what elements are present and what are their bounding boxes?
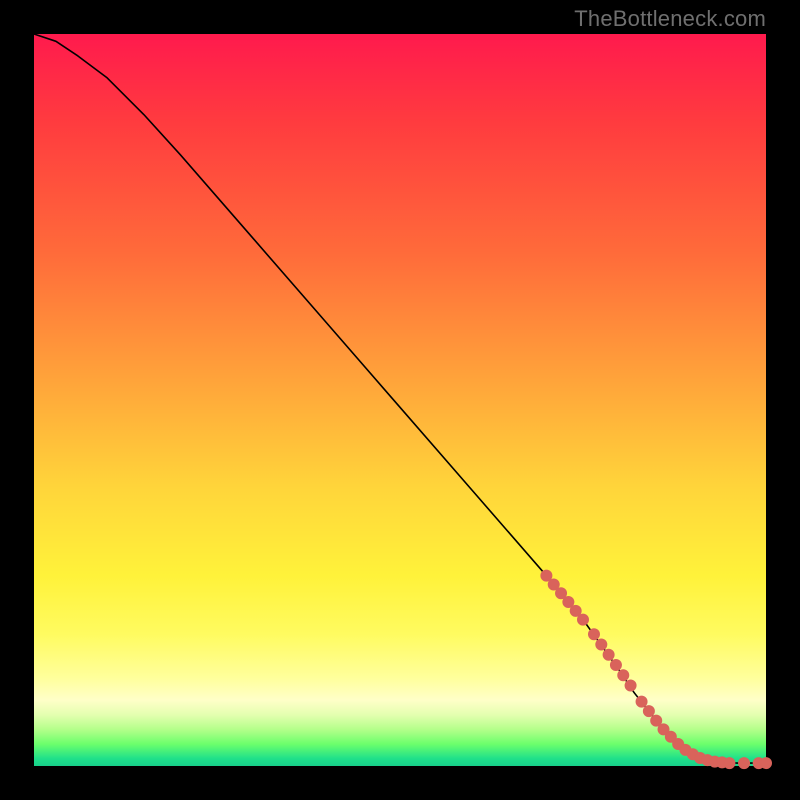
marker-group [541, 570, 772, 768]
data-marker [578, 614, 589, 625]
watermark-text: TheBottleneck.com [574, 6, 766, 32]
data-marker [618, 670, 629, 681]
data-marker [636, 696, 647, 707]
data-marker [548, 579, 559, 590]
chart-frame: TheBottleneck.com [0, 0, 800, 800]
data-marker [563, 597, 574, 608]
data-marker [603, 649, 614, 660]
data-marker [724, 758, 735, 769]
curve-line [34, 34, 766, 763]
data-marker [541, 570, 552, 581]
plot-area [34, 34, 766, 766]
data-marker [610, 659, 621, 670]
data-marker [651, 715, 662, 726]
chart-svg [34, 34, 766, 766]
data-marker [643, 706, 654, 717]
data-marker [761, 758, 772, 769]
data-marker [556, 588, 567, 599]
data-marker [739, 758, 750, 769]
data-marker [625, 680, 636, 691]
data-marker [596, 639, 607, 650]
data-marker [570, 605, 581, 616]
data-marker [588, 629, 599, 640]
